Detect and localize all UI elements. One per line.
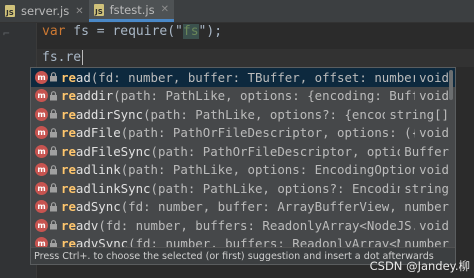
completion-signature: (path: PathLike, options: {encoding: Buf… xyxy=(113,88,416,104)
method-icon: m xyxy=(35,107,48,121)
method-icon: m xyxy=(35,89,48,103)
completion-name: addir xyxy=(75,88,114,104)
code-line-current[interactable]: fs.re xyxy=(42,49,84,67)
code-text: fs.re xyxy=(42,50,82,65)
lock-icon xyxy=(49,220,58,230)
completion-item[interactable]: m readdir(path: PathLike, options: {encod… xyxy=(31,87,455,106)
completion-match: re xyxy=(61,106,76,122)
svg-text:JS: JS xyxy=(5,9,14,17)
completion-signature: (fd: number, buffers: ReadonlyArray<Node… xyxy=(98,217,416,233)
completion-signature: (fd: number, buffer: TBuffer, offset: nu… xyxy=(90,69,416,85)
completion-signature: (path: PathLike, options?: EncodingOpt… xyxy=(150,180,401,196)
completion-item[interactable]: m readlinkSync(path: PathLike, options?: … xyxy=(31,179,455,198)
lock-icon xyxy=(49,201,58,212)
completion-match: re xyxy=(61,125,76,141)
method-icon: m xyxy=(35,181,48,195)
svg-text:JS: JS xyxy=(94,8,103,16)
tab-fstest-js[interactable]: JS fstest.js ✕ xyxy=(88,0,174,22)
completion-match: re xyxy=(61,162,76,178)
watermark: CSDN @Jandey.柳 xyxy=(369,259,470,273)
completion-name: adv xyxy=(75,217,99,233)
keyword-var: var xyxy=(42,24,66,39)
completion-signature: (path: PathLike, options: EncodingOption… xyxy=(120,162,416,178)
completion-text: readdirSync(path: PathLike, options?: {e… xyxy=(61,107,385,122)
completion-match: re xyxy=(61,69,76,85)
method-icon: m xyxy=(35,70,48,84)
completion-match: re xyxy=(61,217,76,233)
text-caret xyxy=(82,50,84,65)
lock-icon xyxy=(49,127,58,138)
lock-icon xyxy=(49,72,58,82)
completion-return-type: void xyxy=(419,217,449,233)
editor-tab-bar: JS server.js ✕ JS fstest.js ✕ xyxy=(0,0,474,23)
completion-return-type: void xyxy=(419,162,449,178)
completion-match: re xyxy=(61,180,76,196)
completion-match: re xyxy=(61,199,76,215)
completion-text: readlink(path: PathLike, options: Encodi… xyxy=(61,162,415,177)
completion-item[interactable]: m readFile(path: PathOrFileDescriptor, op… xyxy=(31,124,455,143)
completion-return-type: Buffer xyxy=(404,143,449,159)
tab-server-js[interactable]: JS server.js ✕ xyxy=(0,0,89,22)
current-line-highlight xyxy=(37,49,474,67)
completion-name: adSync xyxy=(75,199,121,215)
completion-text: readv(fd: number, buffers: ReadonlyArray… xyxy=(61,218,415,233)
lock-icon xyxy=(49,183,58,193)
close-icon[interactable]: ✕ xyxy=(161,4,169,15)
completion-item[interactable]: m readSync(fd: number, buffer: ArrayBuffe… xyxy=(31,198,455,217)
completion-name: addirSync xyxy=(75,106,144,122)
completion-return-type: string[] xyxy=(389,106,449,122)
method-icon: m xyxy=(35,144,48,158)
code-completion-popup[interactable]: m read(fd: number, buffer: TBuffer, offse… xyxy=(30,67,456,265)
javascript-file-icon: JS xyxy=(3,4,17,18)
tab-label: fstest.js xyxy=(109,2,155,17)
completion-return-type: string xyxy=(404,180,449,196)
completion-name: adlink xyxy=(75,162,121,178)
lock-icon xyxy=(49,90,58,101)
completion-item[interactable]: m readFileSync(path: PathOrFileDescriptor… xyxy=(31,142,455,161)
completion-match: re xyxy=(61,88,76,104)
method-icon: m xyxy=(35,200,48,214)
completion-text: readdir(path: PathLike, options: {encodi… xyxy=(61,88,415,103)
completion-signature: (path: PathOrFileDescriptor, option… xyxy=(150,143,401,159)
popup-scrollbar[interactable] xyxy=(449,70,453,100)
completion-signature: (path: PathOrFileDescriptor, options: ({… xyxy=(120,125,416,141)
method-icon: m xyxy=(35,163,48,177)
completion-item[interactable]: m read(fd: number, buffer: TBuffer, offse… xyxy=(31,68,455,87)
completion-signature: (fd: number, buffer: ArrayBufferView, o… xyxy=(120,199,401,215)
completion-return-type: void xyxy=(419,125,449,141)
completion-text: readFileSync(path: PathOrFileDescriptor,… xyxy=(61,144,400,159)
completion-signature: (path: PathLike, options?: {encodi… xyxy=(143,106,386,122)
completion-name: adlinkSync xyxy=(75,180,151,196)
completion-item[interactable]: m readlink(path: PathLike, options: Encod… xyxy=(31,161,455,180)
code-text: "); xyxy=(198,24,223,39)
completion-name: adFile xyxy=(75,125,121,141)
completion-text: readlinkSync(path: PathLike, options?: E… xyxy=(61,181,400,196)
completion-match: re xyxy=(61,143,76,159)
completion-name: adFileSync xyxy=(75,143,151,159)
completion-text: readFile(path: PathOrFileDescriptor, opt… xyxy=(61,125,415,140)
lock-icon xyxy=(49,146,58,156)
javascript-file-icon: JS xyxy=(92,3,106,17)
completion-name: ad xyxy=(75,69,91,85)
completion-text: readSync(fd: number, buffer: ArrayBuffer… xyxy=(61,199,400,214)
lock-icon xyxy=(49,164,58,175)
fold-marker-icon: ⌐ xyxy=(3,27,10,40)
tab-label: server.js xyxy=(21,4,70,18)
ide-window: JS server.js ✕ JS fstest.js ✕ ⌐ var fs =… xyxy=(0,0,474,278)
completion-text: read(fd: number, buffer: TBuffer, offset… xyxy=(61,70,415,85)
string-literal: fs xyxy=(182,24,199,39)
code-line-require[interactable]: var fs = require("fs"); xyxy=(42,23,222,41)
code-text: fs = require(" xyxy=(65,24,183,39)
completion-return-type: number xyxy=(404,199,449,215)
completion-item[interactable]: m readv(fd: number, buffers: ReadonlyArra… xyxy=(31,216,455,235)
close-icon[interactable]: ✕ xyxy=(75,6,83,17)
method-icon: m xyxy=(35,218,48,232)
completion-list[interactable]: m read(fd: number, buffer: TBuffer, offse… xyxy=(31,68,455,264)
completion-item[interactable]: m readdirSync(path: PathLike, options?: {… xyxy=(31,105,455,124)
lock-icon xyxy=(49,109,58,119)
method-icon: m xyxy=(35,126,48,140)
